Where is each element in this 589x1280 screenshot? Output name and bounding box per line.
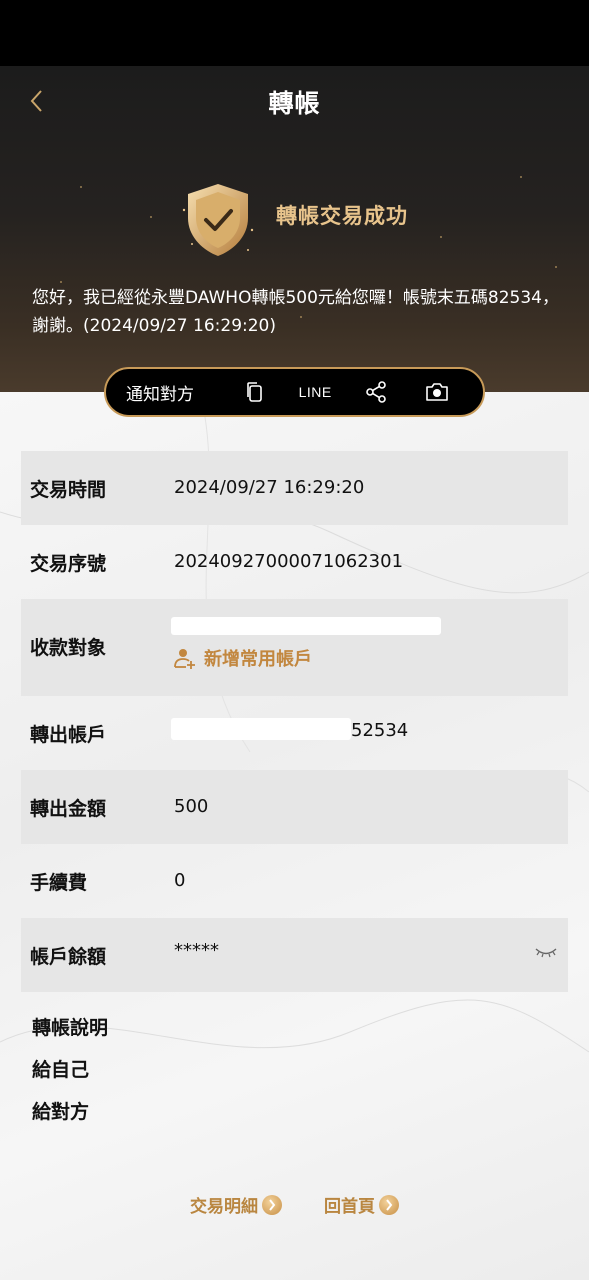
page-title: 轉帳	[268, 89, 321, 118]
home-label: 回首頁	[324, 1197, 375, 1217]
share-bar: 通知對方 LINE	[104, 367, 485, 417]
success-title: 轉帳交易成功	[276, 204, 408, 228]
add-favorite-label: 新增常用帳戶	[204, 649, 312, 670]
chevron-right-icon	[262, 1194, 282, 1215]
detail-row-amount: 轉出金額 500	[21, 770, 568, 844]
payee-label: 收款對象	[30, 637, 107, 659]
payee-value-redacted	[171, 617, 441, 635]
transaction-details: 交易時間 2024/09/27 16:29:20 交易序號 2024092700…	[21, 451, 568, 992]
from-account-label: 轉出帳戶	[30, 724, 107, 746]
camera-icon	[425, 383, 448, 401]
transaction-details-label: 交易明細	[190, 1197, 258, 1217]
copy-icon	[247, 382, 263, 402]
bottom-links: 交易明細 回首頁	[0, 1192, 589, 1217]
amount-value: 500	[174, 796, 209, 817]
fee-label: 手續費	[30, 872, 88, 894]
time-value: 2024/09/27 16:29:20	[174, 477, 365, 498]
status-bar	[0, 0, 589, 66]
detail-row-payee: 收款對象 新增常用帳戶	[21, 599, 568, 696]
transfer-note-label: 轉帳說明	[32, 1017, 109, 1039]
detail-row-serial: 交易序號 20240927000071062301	[21, 525, 568, 599]
from-account-value: 52534	[351, 720, 409, 741]
time-label: 交易時間	[30, 479, 107, 501]
share-message: 您好，我已經從永豐DAWHO轉帳500元給您囉！帳號末五碼82534，謝謝。(2…	[32, 288, 559, 336]
to-payee-label: 給對方	[32, 1101, 90, 1123]
amount-label: 轉出金額	[30, 798, 107, 820]
detail-row-time: 交易時間 2024/09/27 16:29:20	[21, 451, 568, 525]
home-link[interactable]: 回首頁	[324, 1192, 399, 1217]
share-button[interactable]	[346, 381, 407, 403]
serial-value: 20240927000071062301	[174, 551, 404, 572]
chevron-right-icon	[379, 1194, 399, 1215]
to-self-label: 給自己	[32, 1059, 90, 1081]
shield-check-icon	[182, 184, 254, 256]
balance-label: 帳戶餘額	[30, 946, 107, 968]
eye-closed-icon[interactable]	[534, 944, 558, 960]
line-share-button[interactable]: LINE	[285, 384, 346, 400]
notify-payee-label: 通知對方	[126, 384, 194, 405]
detail-row-balance: 帳戶餘額 *****	[21, 918, 568, 992]
add-person-icon	[174, 649, 195, 669]
from-account-redacted	[171, 718, 351, 740]
share-icon	[366, 381, 386, 403]
screenshot-button[interactable]	[406, 382, 467, 402]
transaction-details-link[interactable]: 交易明細	[190, 1192, 282, 1217]
balance-value: *****	[174, 940, 219, 961]
add-favorite-account-button[interactable]: 新增常用帳戶	[174, 645, 312, 671]
detail-row-from-account: 轉出帳戶 52534	[21, 696, 568, 770]
line-label: LINE	[298, 384, 332, 400]
transfer-notes: 轉帳說明 給自己 給對方	[32, 1014, 108, 1140]
copy-button[interactable]	[224, 381, 285, 403]
detail-row-fee: 手續費 0	[21, 844, 568, 918]
serial-label: 交易序號	[30, 553, 107, 575]
fee-value: 0	[174, 870, 186, 891]
